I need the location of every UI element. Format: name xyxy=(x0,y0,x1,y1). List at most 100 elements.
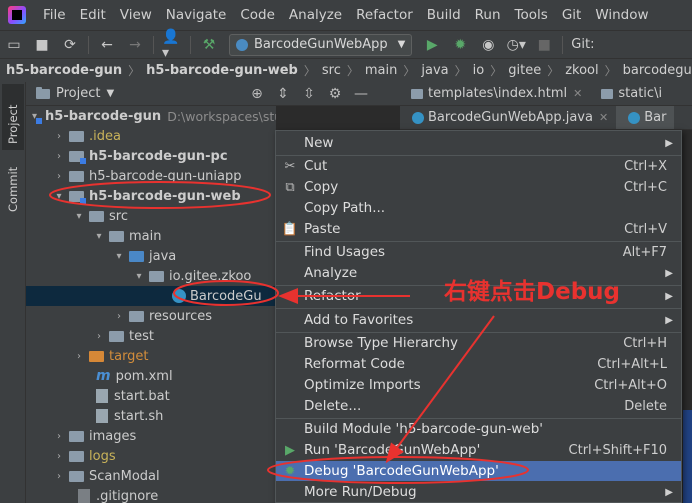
menu-item-label: New xyxy=(304,135,334,151)
tree-node[interactable]: ▾ h5-barcode-gun D:\workspaces\study\h5-… xyxy=(26,106,276,126)
menu-item-run[interactable]: ▶ Run 'BarcodeGunWebApp' Ctrl+Shift+F10 xyxy=(276,440,681,460)
menu-item-label: Add to Favorites xyxy=(304,312,414,328)
folder-icon xyxy=(109,230,124,242)
tree-node[interactable]: › target xyxy=(26,346,276,366)
menu-item-build-module[interactable]: Build Module 'h5-barcode-gun-web' xyxy=(276,419,681,439)
toolbar-divider xyxy=(153,35,154,54)
close-icon[interactable]: ✕ xyxy=(599,111,608,124)
menu-item-copy[interactable]: ⧉ Copy Ctrl+C xyxy=(276,177,681,197)
build-hammer-icon[interactable]: ⚒ xyxy=(199,35,219,55)
menu-refactor[interactable]: Refactor xyxy=(349,0,420,30)
menu-item-delete[interactable]: Delete... Delete xyxy=(276,396,681,416)
menu-run[interactable]: Run xyxy=(468,0,508,30)
tree-node[interactable]: ▾ main xyxy=(26,226,276,246)
menu-item-reformat-code[interactable]: Reformat Code Ctrl+Alt+L xyxy=(276,354,681,374)
menu-item-browse-type-hierarchy[interactable]: Browse Type Hierarchy Ctrl+H xyxy=(276,333,681,353)
menu-file[interactable]: File xyxy=(36,0,73,30)
collapse-all-icon[interactable]: ⇳ xyxy=(296,84,322,104)
menu-item-more-run-debug[interactable]: More Run/Debug ▶ xyxy=(276,482,681,502)
breadcrumb-item[interactable]: io xyxy=(473,63,485,78)
menu-build[interactable]: Build xyxy=(420,0,468,30)
breadcrumb-item[interactable]: h5-barcode-gun xyxy=(6,63,122,78)
tree-node[interactable]: start.sh xyxy=(26,406,276,426)
folder-icon xyxy=(69,130,84,142)
menu-code[interactable]: Code xyxy=(233,0,282,30)
menu-item-shortcut: Ctrl+Alt+O xyxy=(594,377,667,393)
tree-node-label: .idea xyxy=(89,128,121,144)
commit-tool-tab[interactable]: Commit xyxy=(2,156,24,218)
run-icon[interactable]: ▶ xyxy=(422,35,442,55)
menu-item-add-to-favorites[interactable]: Add to Favorites ▶ xyxy=(276,310,681,330)
menu-item-paste[interactable]: 📋 Paste Ctrl+V xyxy=(276,219,681,239)
tree-node[interactable]: › .idea xyxy=(26,126,276,146)
coverage-icon[interactable]: ◉ xyxy=(478,35,498,55)
menu-view[interactable]: View xyxy=(113,0,159,30)
project-tool-tab[interactable]: Project xyxy=(2,84,24,150)
menu-item-debug[interactable]: ✹ Debug 'BarcodeGunWebApp' xyxy=(276,461,681,481)
forward-arrow-icon[interactable]: → xyxy=(125,35,145,55)
menu-item-label: Build Module 'h5-barcode-gun-web' xyxy=(304,421,543,437)
breadcrumb-item[interactable]: main xyxy=(365,63,397,78)
menu-item-optimize-imports[interactable]: Optimize Imports Ctrl+Alt+O xyxy=(276,375,681,395)
expand-all-icon[interactable]: ⇕ xyxy=(270,84,296,104)
menu-analyze[interactable]: Analyze xyxy=(282,0,349,30)
chevron-down-icon: ▾ xyxy=(136,270,142,282)
tree-node[interactable]: start.bat xyxy=(26,386,276,406)
debug-icon[interactable]: ✹ xyxy=(450,35,470,55)
tree-node[interactable]: › resources xyxy=(26,306,276,326)
tree-node[interactable]: ▾ java xyxy=(26,246,276,266)
tree-node[interactable]: › h5-barcode-gun-uniapp xyxy=(26,166,276,186)
editor-tab[interactable]: BarcodeGunWebApp.java ✕ xyxy=(400,106,616,129)
user-icon[interactable]: 👤▾ xyxy=(162,29,182,61)
tree-node-label: java xyxy=(149,248,177,264)
sync-icon[interactable]: ⟳ xyxy=(60,35,80,55)
stop-icon[interactable]: ■ xyxy=(534,35,554,55)
menu-git[interactable]: Git xyxy=(555,0,589,30)
breadcrumb-item[interactable]: java xyxy=(421,63,448,78)
annotation-text: 右键点击Debug xyxy=(444,279,620,305)
tree-node-selected[interactable]: BarcodeGu xyxy=(26,286,276,306)
editor-tab-active[interactable]: Bar xyxy=(616,106,675,129)
close-icon[interactable]: ✕ xyxy=(573,87,582,100)
tree-node-label: h5-barcode-gun-web xyxy=(89,188,241,204)
tree-node[interactable]: m pom.xml xyxy=(26,366,276,386)
menu-navigate[interactable]: Navigate xyxy=(159,0,234,30)
settings-gear-icon[interactable]: ⚙ xyxy=(322,84,348,104)
tree-node[interactable]: ▾ src xyxy=(26,206,276,226)
chevron-right-icon: › xyxy=(117,310,121,322)
back-arrow-icon[interactable]: ← xyxy=(97,35,117,55)
breadcrumb-item[interactable]: zkool xyxy=(565,63,598,78)
breadcrumb-item[interactable]: h5-barcode-gun-web xyxy=(146,63,298,78)
editor-tab[interactable]: templates\index.html ✕ xyxy=(400,82,590,105)
editor-tab[interactable]: static\i xyxy=(590,82,670,105)
menu-item-new[interactable]: New ▶ xyxy=(276,133,681,153)
menu-item-copy-path[interactable]: Copy Path... xyxy=(276,198,681,218)
tree-node[interactable]: ▾ io.gitee.zkoo xyxy=(26,266,276,286)
project-view-selector[interactable]: Project ▼ xyxy=(36,86,114,101)
menu-item-shortcut: Ctrl+V xyxy=(624,221,667,237)
tree-node[interactable]: › images xyxy=(26,426,276,446)
chevron-down-icon: ▾ xyxy=(76,210,82,222)
tree-node[interactable]: ▾ h5-barcode-gun-web xyxy=(26,186,276,206)
locate-icon[interactable]: ⊕ xyxy=(244,84,270,104)
menu-edit[interactable]: Edit xyxy=(73,0,113,30)
save-icon[interactable]: ■ xyxy=(32,35,52,55)
profile-icon[interactable]: ◷▾ xyxy=(506,35,526,55)
tree-node[interactable]: › h5-barcode-gun-pc xyxy=(26,146,276,166)
breadcrumb-item[interactable]: src xyxy=(322,63,341,78)
tree-node[interactable]: › ScanModal xyxy=(26,466,276,486)
menu-item-find-usages[interactable]: Find Usages Alt+F7 xyxy=(276,242,681,262)
chevron-right-icon: ▶ xyxy=(665,486,673,498)
tree-node[interactable]: › logs xyxy=(26,446,276,466)
hide-icon[interactable]: — xyxy=(348,84,374,104)
menu-window[interactable]: Window xyxy=(588,0,655,30)
tree-node[interactable]: .gitignore xyxy=(26,486,276,503)
breadcrumb-item[interactable]: barcodegu xyxy=(623,63,692,78)
breadcrumb-item[interactable]: gitee xyxy=(508,63,541,78)
menu-tools[interactable]: Tools xyxy=(508,0,555,30)
folder-icon xyxy=(109,330,124,342)
menu-item-cut[interactable]: ✂ Cut Ctrl+X xyxy=(276,156,681,176)
run-config-selector[interactable]: BarcodeGunWebApp ▼ xyxy=(229,33,413,56)
tree-node[interactable]: › test xyxy=(26,326,276,346)
open-folder-icon[interactable]: ▭ xyxy=(4,35,24,55)
